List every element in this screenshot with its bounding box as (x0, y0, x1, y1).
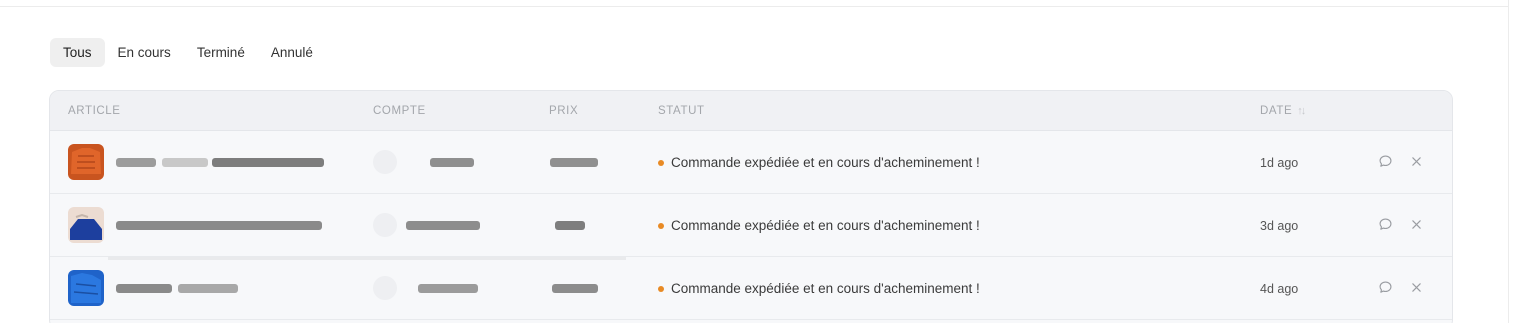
account-name-redacted (418, 284, 478, 293)
status-text: Commande expédiée et en cours d'achemine… (658, 218, 980, 233)
price-redacted (555, 221, 585, 230)
tab-tous[interactable]: Tous (50, 38, 105, 67)
status-text: Commande expédiée et en cours d'achemine… (658, 281, 980, 296)
account-name-redacted (406, 221, 480, 230)
price-redacted (552, 284, 598, 293)
column-header-date-label: DATE (1260, 105, 1293, 117)
close-icon[interactable] (1407, 278, 1425, 296)
orders-table: ARTICLE COMPTE PRIX STATUT DATE ↑↓ Comman… (49, 90, 1453, 323)
table-row[interactable]: Commande expédiée et en cours d'achemine… (50, 194, 1452, 257)
column-header-article: ARTICLE (68, 105, 121, 117)
close-icon[interactable] (1407, 215, 1425, 233)
article-name-redacted (162, 158, 208, 167)
price-redacted (550, 158, 598, 167)
column-header-compte: COMPTE (373, 105, 426, 117)
product-thumbnail (68, 207, 104, 243)
top-divider (0, 6, 1508, 7)
account-avatar (373, 213, 397, 237)
order-date: 4d ago (1260, 282, 1299, 296)
article-name-redacted (212, 158, 324, 167)
article-name-redacted (178, 284, 238, 293)
product-thumbnail (68, 270, 104, 306)
sort-icon[interactable]: ↑↓ (1297, 105, 1306, 117)
comment-icon[interactable] (1376, 278, 1394, 296)
article-name-redacted (116, 284, 172, 293)
right-divider (1508, 0, 1509, 323)
status-dot (658, 222, 664, 229)
tab-en-cours[interactable]: En cours (105, 38, 184, 67)
status-dot (658, 159, 664, 166)
order-date: 1d ago (1260, 156, 1299, 170)
account-avatar (373, 276, 397, 300)
article-name-redacted (116, 221, 322, 230)
status-dot (658, 285, 664, 292)
tab-termine[interactable]: Terminé (184, 38, 258, 67)
row-divider (108, 257, 626, 260)
account-avatar (373, 150, 397, 174)
close-icon[interactable] (1407, 152, 1425, 170)
column-header-date[interactable]: DATE ↑↓ (1260, 105, 1306, 117)
column-header-statut: STATUT (658, 105, 705, 117)
table-row[interactable]: Commande expédiée et en cours d'achemine… (50, 257, 1452, 320)
status-text: Commande expédiée et en cours d'achemine… (658, 155, 980, 170)
account-name-redacted (430, 158, 474, 167)
comment-icon[interactable] (1376, 152, 1394, 170)
product-thumbnail (68, 144, 104, 180)
status-tabs: Tous En cours Terminé Annulé (50, 38, 326, 67)
article-name-redacted (116, 158, 156, 167)
tab-annule[interactable]: Annulé (258, 38, 326, 67)
table-row[interactable]: Commande expédiée et en cours d'achemine… (50, 131, 1452, 194)
order-date: 3d ago (1260, 219, 1299, 233)
column-header-prix: PRIX (549, 105, 579, 117)
comment-icon[interactable] (1376, 215, 1394, 233)
table-header: ARTICLE COMPTE PRIX STATUT DATE ↑↓ (50, 91, 1452, 131)
